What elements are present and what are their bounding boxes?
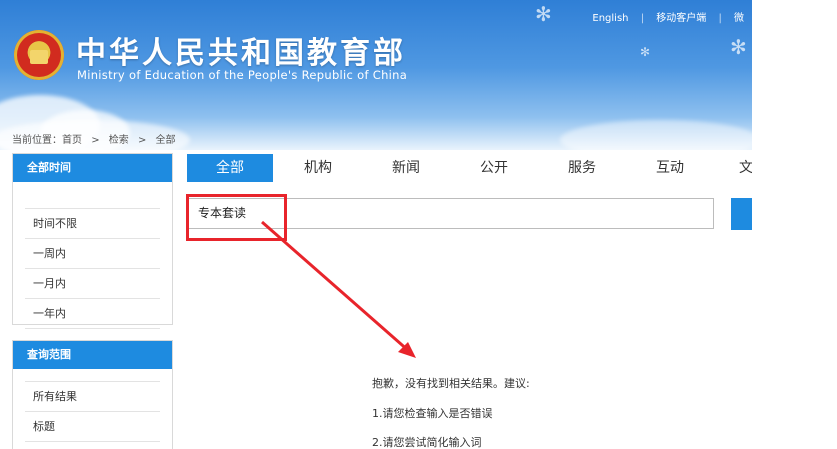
breadcrumb-home[interactable]: 首页 xyxy=(62,135,82,146)
tab-more[interactable]: 文 xyxy=(731,154,752,182)
annotation-arrow-head xyxy=(398,342,416,358)
breadcrumb-label: 当前位置： xyxy=(12,135,62,146)
scope-filter-panel: 查询范围 所有结果 标题 xyxy=(12,340,173,449)
suggestion-item: 1.请您检查输入是否错误 xyxy=(372,407,493,420)
dandelion-icon: ✻ xyxy=(535,2,552,26)
time-filter-panel: 全部时间 时间不限 一周内 一月内 一年内 xyxy=(12,153,173,329)
weibo-link[interactable]: 微 xyxy=(734,9,744,24)
tab-all[interactable]: 全部 xyxy=(187,154,273,182)
separator: | xyxy=(640,13,645,24)
time-filter-week[interactable]: 一周内 xyxy=(25,239,160,269)
time-filter-year[interactable]: 一年内 xyxy=(25,299,160,329)
no-result-message: 抱歉，没有找到相关结果。建议: xyxy=(372,377,530,390)
suggestion-item: 2.请您尝试简化输入词 xyxy=(372,436,482,449)
breadcrumb-separator: > xyxy=(91,135,100,146)
time-filter-month[interactable]: 一月内 xyxy=(25,269,160,299)
top-links: English | 移动客户端 | 微 xyxy=(592,9,744,24)
page: ✻ ✻ ✻ English | 移动客户端 | 微 中华人民共和国教育部 Min… xyxy=(0,0,752,449)
tab-institutions[interactable]: 机构 xyxy=(275,154,361,182)
tab-interaction[interactable]: 互动 xyxy=(627,154,713,182)
tab-services[interactable]: 服务 xyxy=(539,154,625,182)
search-button[interactable] xyxy=(731,198,752,230)
breadcrumb-search[interactable]: 检索 xyxy=(109,135,129,146)
tab-public[interactable]: 公开 xyxy=(451,154,537,182)
national-emblem-icon xyxy=(14,30,64,80)
annotation-arrow-line xyxy=(261,220,411,354)
header-banner: ✻ ✻ ✻ English | 移动客户端 | 微 中华人民共和国教育部 Min… xyxy=(0,0,752,150)
dandelion-icon: ✻ xyxy=(640,45,651,59)
scope-filter-title-only[interactable]: 标题 xyxy=(25,412,160,442)
time-filter-any[interactable]: 时间不限 xyxy=(25,208,160,239)
category-tabs: 全部 机构 新闻 公开 服务 互动 文 xyxy=(187,154,752,182)
site-subtitle: Ministry of Education of the People's Re… xyxy=(77,68,408,82)
scope-filter-title: 查询范围 xyxy=(13,341,172,369)
mobile-client-link[interactable]: 移动客户端 xyxy=(656,9,706,24)
separator: | xyxy=(718,13,722,24)
blank-margin xyxy=(752,0,837,449)
site-title[interactable]: 中华人民共和国教育部 xyxy=(76,28,406,72)
dandelion-icon: ✻ xyxy=(730,35,747,59)
breadcrumb: 当前位置：首页 > 检索 > 全部 xyxy=(12,131,182,146)
english-link[interactable]: English xyxy=(592,13,628,24)
tab-news[interactable]: 新闻 xyxy=(363,154,449,182)
time-filter-title: 全部时间 xyxy=(13,154,172,182)
breadcrumb-separator: > xyxy=(137,135,147,146)
annotation-highlight-box xyxy=(186,194,287,241)
scope-filter-all[interactable]: 所有结果 xyxy=(25,381,160,412)
breadcrumb-current: 全部 xyxy=(155,135,176,146)
cloud-decoration xyxy=(560,120,752,150)
